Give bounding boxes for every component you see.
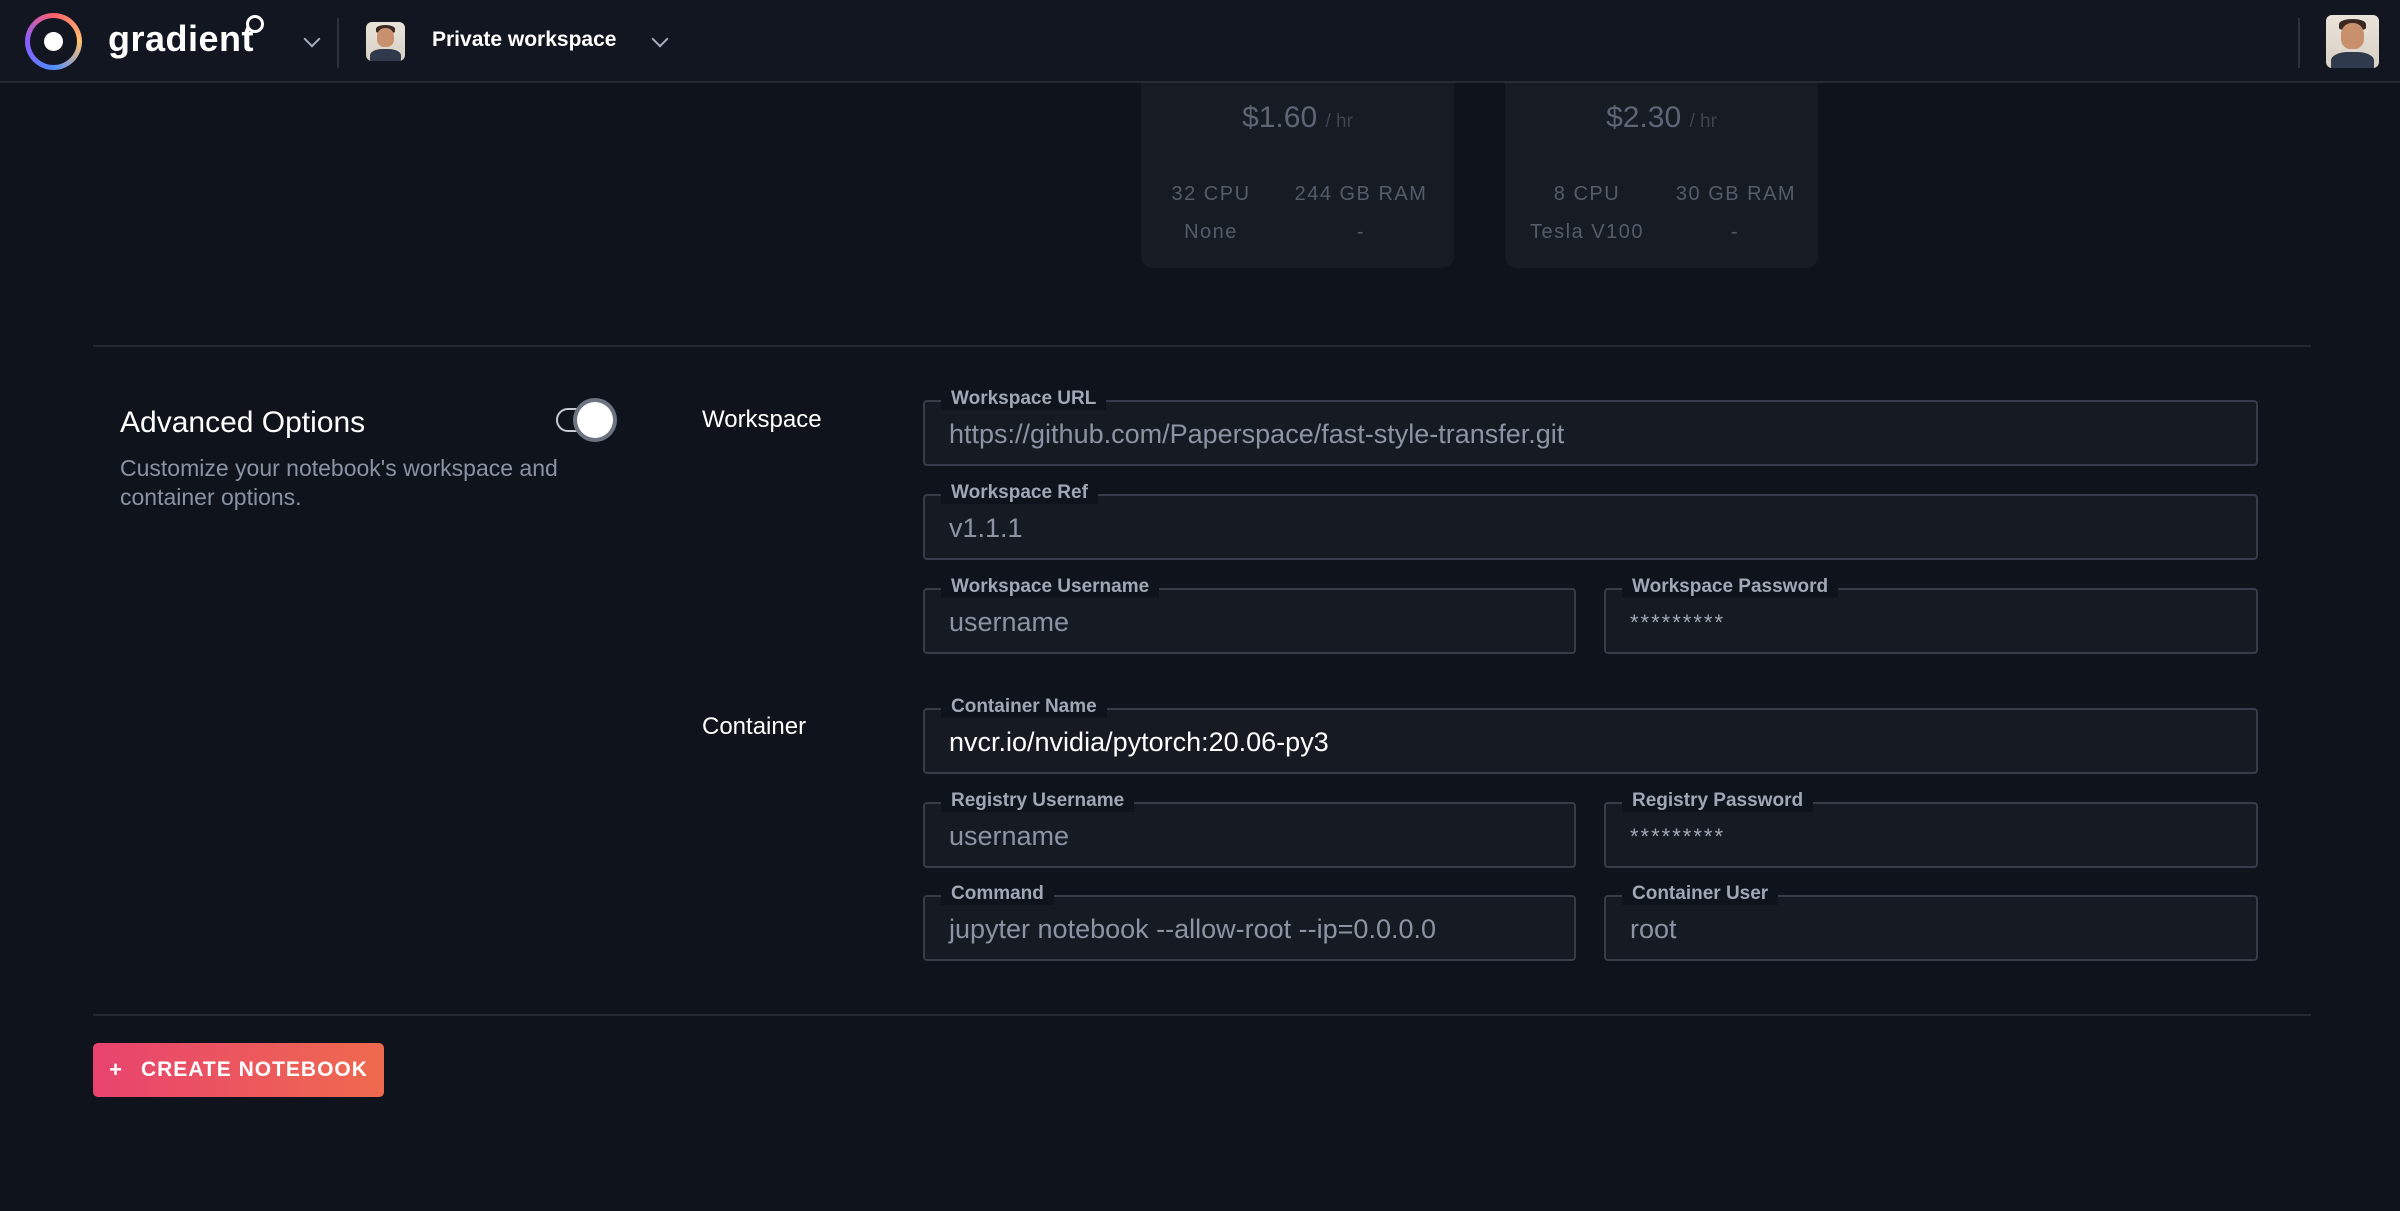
header-divider: [337, 18, 339, 68]
workspace-name[interactable]: Private workspace: [432, 28, 616, 52]
workspace-url-field[interactable]: Workspace URL https://github.com/Papersp…: [923, 388, 2258, 466]
field-value[interactable]: https://github.com/Paperspace/fast-style…: [949, 419, 1564, 450]
workspace-username-field[interactable]: Workspace Username username: [923, 576, 1576, 654]
field-value[interactable]: nvcr.io/nvidia/pytorch:20.06-py3: [949, 727, 1329, 758]
machine-ram: 244 GB RAM: [1294, 183, 1428, 205]
field-value[interactable]: root: [1630, 914, 1677, 945]
machine-card-2[interactable]: $2.30 / hr 8 CPU 30 GB RAM Tesla V100 -: [1505, 83, 1818, 268]
create-notebook-label: CREATE NOTEBOOK: [140, 1058, 368, 1081]
advanced-options-title: Advanced Options: [120, 406, 366, 439]
machine-gpu: None: [1184, 221, 1238, 243]
machine-ram: 30 GB RAM: [1675, 183, 1797, 205]
field-value[interactable]: username: [949, 821, 1069, 852]
plus-icon: +: [109, 1057, 123, 1082]
container-user-field[interactable]: Container User root: [1604, 883, 2258, 961]
command-field[interactable]: Command jupyter notebook --allow-root --…: [923, 883, 1576, 961]
machine-card-1[interactable]: $1.60 / hr 32 CPU 244 GB RAM None -: [1141, 83, 1454, 268]
workspace-ref-field[interactable]: Workspace Ref v1.1.1: [923, 482, 2258, 560]
machine-cpu: 8 CPU: [1553, 183, 1621, 205]
section-divider: [93, 345, 2311, 347]
field-value[interactable]: username: [949, 607, 1069, 638]
toggle-knob[interactable]: [577, 402, 613, 438]
advanced-options-description: Customize your notebook's workspace and …: [120, 455, 558, 510]
field-label: Container Name: [941, 696, 1107, 718]
field-label: Workspace Password: [1622, 576, 1839, 598]
brand-name[interactable]: gradient: [108, 18, 254, 60]
workspace-chevron-down-icon[interactable]: [651, 30, 669, 48]
footer-divider: [93, 1014, 2311, 1016]
machine-price: $2.30 / hr: [1606, 101, 1717, 134]
workspace-section-label: Workspace: [702, 406, 822, 433]
registry-password-field[interactable]: Registry Password *********: [1604, 790, 2258, 868]
brand-ring-icon: [246, 15, 264, 33]
container-section-label: Container: [702, 713, 807, 740]
field-label: Command: [941, 883, 1054, 905]
field-value[interactable]: *********: [1630, 610, 1725, 636]
field-value[interactable]: *********: [1630, 824, 1725, 850]
brand-chevron-down-icon[interactable]: [303, 30, 321, 48]
machine-cpu: 32 CPU: [1171, 183, 1251, 205]
workspace-password-field[interactable]: Workspace Password *********: [1604, 576, 2258, 654]
workspace-avatar: [366, 22, 405, 61]
user-avatar[interactable]: [2326, 15, 2379, 68]
header-divider-right: [2298, 18, 2300, 68]
field-label: Container User: [1622, 883, 1779, 905]
field-value[interactable]: jupyter notebook --allow-root --ip=0.0.0…: [949, 914, 1436, 945]
machine-price: $1.60 / hr: [1242, 101, 1353, 134]
machine-gpu-memory: -: [1356, 221, 1366, 243]
create-notebook-button[interactable]: + CREATE NOTEBOOK: [93, 1043, 384, 1097]
container-name-field[interactable]: Container Name nvcr.io/nvidia/pytorch:20…: [923, 696, 2258, 774]
gradient-logo-icon[interactable]: [25, 13, 82, 70]
field-label: Workspace Ref: [941, 482, 1098, 504]
registry-username-field[interactable]: Registry Username username: [923, 790, 1576, 868]
field-label: Registry Password: [1622, 790, 1814, 812]
machine-gpu-memory: -: [1730, 221, 1740, 243]
field-label: Workspace URL: [941, 388, 1107, 410]
top-bar: gradient Private workspace: [0, 0, 2400, 83]
machine-gpu: Tesla V100: [1530, 221, 1644, 243]
field-label: Workspace Username: [941, 576, 1160, 598]
field-label: Registry Username: [941, 790, 1135, 812]
field-value[interactable]: v1.1.1: [949, 513, 1023, 544]
